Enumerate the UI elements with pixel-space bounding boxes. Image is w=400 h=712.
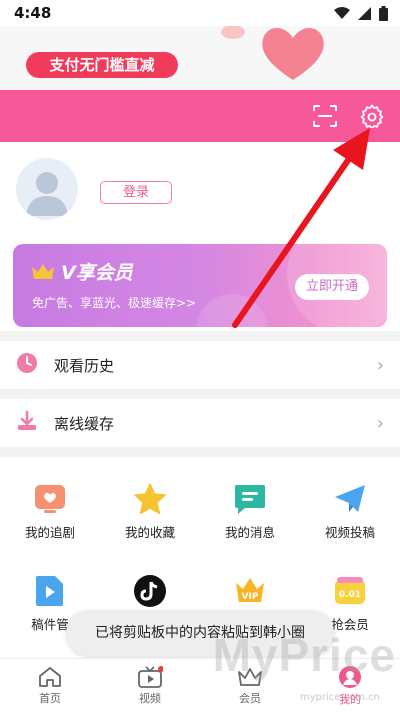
promo-pill[interactable]: 支付无门槛直减 (26, 52, 178, 78)
nav-label: 视频 (139, 691, 161, 705)
tv-heart-icon (35, 485, 65, 513)
grid-item-label: 我的收藏 (124, 525, 175, 540)
grid-item-label: 我的追剧 (24, 525, 75, 540)
nav-home[interactable]: 首页 (0, 659, 100, 712)
list-item-history[interactable]: 观看历史 › (0, 341, 400, 389)
coupon-icon: 0.01 (335, 577, 365, 604)
grid-item-my-drama[interactable]: 我的追剧 (0, 482, 100, 541)
grid-item-label: 我的消息 (224, 525, 275, 540)
status-time: 4:48 (14, 4, 52, 22)
list-item-offline-cache[interactable]: 离线缓存 › (0, 399, 400, 447)
svg-text:0.01: 0.01 (339, 590, 361, 600)
promo-banner[interactable]: 支付无门槛直减 (0, 26, 400, 90)
star-icon (134, 483, 166, 515)
divider (0, 389, 400, 399)
grid-item-favorites[interactable]: 我的收藏 (100, 482, 200, 541)
coin-decoration-icon (221, 26, 245, 39)
clock-icon (17, 353, 37, 373)
download-icon (18, 410, 36, 430)
message-icon (235, 485, 265, 514)
status-bar: 4:48 (0, 0, 400, 26)
battery-icon (379, 5, 388, 21)
login-button[interactable]: 登录 (100, 181, 172, 204)
divider (0, 447, 400, 457)
send-icon (335, 485, 365, 512)
annotation-arrow-icon (232, 128, 370, 328)
nav-label: 会员 (239, 691, 261, 705)
status-icons (334, 5, 388, 21)
svg-text:VIP: VIP (242, 592, 259, 602)
user-icon (26, 172, 68, 216)
grid-item-submit-video[interactable]: 视频投稿 (300, 482, 400, 541)
list-item-label: 离线缓存 (54, 415, 115, 433)
wifi-icon (334, 6, 350, 19)
avatar[interactable] (16, 158, 78, 220)
video-tv-icon (138, 665, 163, 688)
tiktok-icon (134, 575, 166, 607)
grid-item-tiktok[interactable] (100, 574, 200, 614)
vip-title: V享会员 (61, 262, 133, 284)
chevron-right-icon: › (376, 413, 384, 434)
nav-video[interactable]: 视频 (100, 659, 200, 712)
vip-subtitle[interactable]: 免广告、享蓝光、极速缓存>> (32, 294, 196, 311)
list-item-label: 观看历史 (54, 357, 115, 375)
vip-crown-icon: VIP (236, 578, 264, 602)
chevron-right-icon: › (376, 355, 384, 376)
home-icon (39, 666, 61, 687)
grid-item-messages[interactable]: 我的消息 (200, 482, 300, 541)
grid-item-vip[interactable]: VIP (200, 574, 300, 614)
watermark: MyPrice (212, 629, 396, 681)
grid-item-label: 视频投稿 (324, 525, 375, 540)
watermark-subtext: myprice.com.cn (299, 692, 380, 703)
nav-label: 首页 (39, 691, 61, 705)
crown-icon (32, 264, 54, 279)
signal-icon (358, 6, 371, 20)
video-file-icon (36, 576, 63, 606)
heart-decoration-icon (262, 27, 324, 80)
